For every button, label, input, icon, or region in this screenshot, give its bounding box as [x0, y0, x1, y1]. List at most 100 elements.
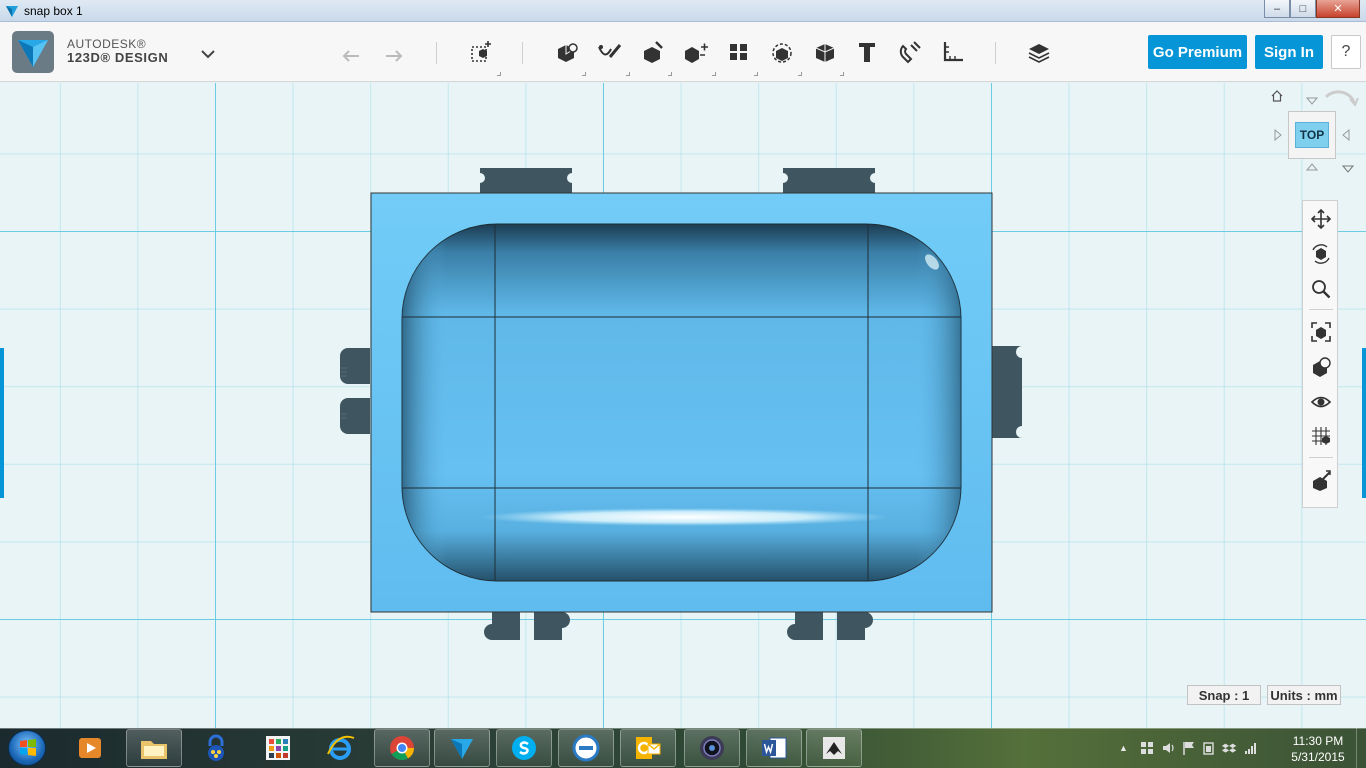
- pattern-icon[interactable]: [682, 38, 710, 66]
- modify-icon[interactable]: [639, 38, 667, 66]
- sign-in-button[interactable]: Sign In: [1255, 35, 1323, 69]
- show-desktop-button[interactable]: [1356, 728, 1366, 768]
- camera-icon[interactable]: [684, 729, 740, 767]
- text-icon[interactable]: [853, 38, 881, 66]
- pan-icon[interactable]: [1308, 206, 1334, 232]
- bottom-left-tab-a: [484, 612, 520, 640]
- viewcube[interactable]: TOP: [1268, 87, 1360, 177]
- bottom-left-tab-b: [534, 612, 570, 640]
- go-premium-button[interactable]: Go Premium: [1148, 35, 1247, 69]
- sketch-dropdown-caret[interactable]: [582, 72, 586, 76]
- fit-icon[interactable]: [1308, 319, 1334, 345]
- right-clip: [992, 346, 1022, 438]
- close-button[interactable]: ✕: [1316, 0, 1360, 18]
- construct-icon[interactable]: [596, 38, 624, 66]
- grid-material-icon[interactable]: [1308, 423, 1334, 449]
- toolbar-separator: [436, 42, 437, 64]
- power-icon[interactable]: [1201, 740, 1217, 756]
- dropbox-icon[interactable]: [1221, 740, 1237, 756]
- chevron-down-icon[interactable]: [198, 46, 218, 62]
- help-button[interactable]: ?: [1331, 35, 1361, 69]
- snap-status[interactable]: Snap : 1: [1187, 685, 1261, 705]
- clock[interactable]: 11:30 PM 5/31/2015: [1283, 733, 1353, 765]
- 123d-design-logo-icon[interactable]: [12, 31, 54, 73]
- measure-icon[interactable]: [811, 38, 839, 66]
- toolbar-separator: [522, 42, 523, 64]
- tweak-icon[interactable]: [1308, 467, 1334, 493]
- internet-explorer-icon[interactable]: [312, 729, 368, 767]
- flag-icon[interactable]: [1181, 740, 1197, 756]
- navigation-bar: [1302, 200, 1338, 508]
- 123d-design-icon[interactable]: [434, 729, 490, 767]
- sketch-icon[interactable]: [552, 38, 580, 66]
- app-logo-icon: [6, 6, 18, 17]
- viewcube-face-label: TOP: [1294, 122, 1330, 148]
- media-player-icon[interactable]: [62, 729, 118, 767]
- brand-line-autodesk: AUTODESK®: [67, 37, 147, 51]
- top-left-tab: [480, 168, 572, 193]
- navbar-separator: [1309, 457, 1333, 458]
- action-center-icon[interactable]: [1139, 740, 1155, 756]
- windows-logo-icon: [20, 739, 36, 756]
- inkscape-icon[interactable]: [806, 729, 862, 767]
- visibility-icon[interactable]: [1308, 389, 1334, 415]
- window-title: snap box 1: [24, 4, 83, 18]
- maximize-button[interactable]: □: [1290, 0, 1316, 18]
- left-clip-lower: [340, 398, 370, 434]
- units-status[interactable]: Units : mm: [1267, 685, 1341, 705]
- bottom-right-tab-a: [787, 612, 823, 640]
- app-toolbar: AUTODESK® 123D® DESIGN Go Premium Sign I…: [0, 22, 1366, 82]
- arrow-left-icon[interactable]: [1274, 129, 1282, 141]
- system-tray: ▲: [1115, 728, 1285, 768]
- ruler-icon[interactable]: [939, 38, 967, 66]
- left-clip-upper: [340, 348, 370, 384]
- modify-dropdown-caret[interactable]: [668, 72, 672, 76]
- show-hidden-icons-icon[interactable]: ▲: [1119, 743, 1128, 753]
- redo-icon[interactable]: [380, 38, 408, 66]
- snap-icon[interactable]: [896, 38, 924, 66]
- skype-icon[interactable]: [496, 729, 552, 767]
- volume-icon[interactable]: [1161, 740, 1177, 756]
- toolbar-separator: [995, 42, 996, 64]
- home-icon[interactable]: [1270, 89, 1284, 103]
- brand-line-product: 123D® DESIGN: [67, 50, 169, 65]
- bottom-right-tab-b: [837, 612, 873, 640]
- windows-taskbar: ▲ 11:30 PM 5/31/2015: [0, 728, 1366, 768]
- orbit-icon[interactable]: [1308, 241, 1334, 267]
- dell-icon[interactable]: [558, 729, 614, 767]
- material-icon[interactable]: [1025, 38, 1053, 66]
- outlook-icon[interactable]: [620, 729, 676, 767]
- app-grid-icon[interactable]: [250, 729, 306, 767]
- bottom-shine: [480, 508, 890, 526]
- view-mode-icon[interactable]: [1308, 354, 1334, 380]
- undo-icon[interactable]: [337, 38, 365, 66]
- primitives-dropdown-caret[interactable]: [497, 72, 501, 76]
- snap-box-model[interactable]: [0, 83, 1366, 728]
- top-right-tab: [783, 168, 875, 193]
- start-button[interactable]: [8, 730, 46, 766]
- combine-icon[interactable]: [768, 38, 796, 66]
- construct-dropdown-caret[interactable]: [626, 72, 630, 76]
- chrome-icon[interactable]: [374, 729, 430, 767]
- grouping-icon[interactable]: [725, 38, 753, 66]
- 3d-viewport[interactable]: TOP Snap : 1 Units : mm: [0, 83, 1366, 728]
- combine-dropdown-caret[interactable]: [798, 72, 802, 76]
- network-icon[interactable]: [1243, 740, 1259, 756]
- file-explorer-icon[interactable]: [126, 729, 182, 767]
- viewcube-face[interactable]: TOP: [1288, 111, 1336, 159]
- arrow-right-icon[interactable]: [1342, 129, 1350, 141]
- zoom-icon[interactable]: [1308, 276, 1334, 302]
- grouping-dropdown-caret[interactable]: [754, 72, 758, 76]
- minimize-button[interactable]: –: [1264, 0, 1290, 18]
- measure-dropdown-caret[interactable]: [840, 72, 844, 76]
- arrow-up-icon[interactable]: [1306, 97, 1318, 105]
- word-icon[interactable]: [746, 729, 802, 767]
- security-icon[interactable]: [188, 729, 244, 767]
- pattern-dropdown-caret[interactable]: [712, 72, 716, 76]
- arrow-down-icon[interactable]: [1306, 163, 1318, 171]
- navbar-separator: [1309, 309, 1333, 310]
- clock-date: 5/31/2015: [1291, 750, 1345, 764]
- viewcube-menu-icon[interactable]: [1342, 165, 1354, 173]
- primitives-icon[interactable]: [467, 38, 495, 66]
- window-title-bar[interactable]: snap box 1 – □ ✕: [0, 0, 1366, 22]
